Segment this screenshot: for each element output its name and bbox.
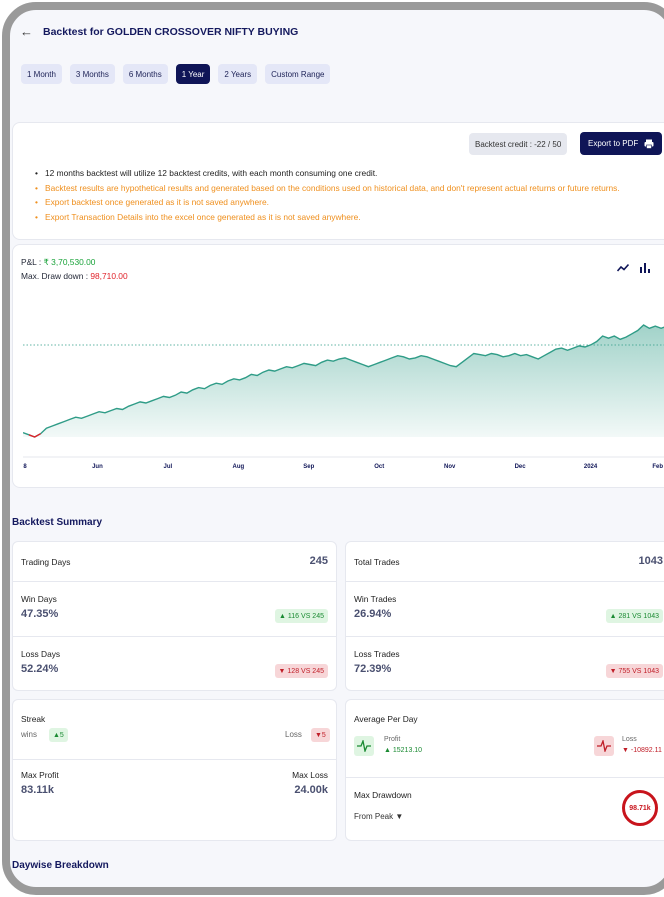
- loss-avg-label: Loss: [622, 736, 637, 743]
- pulse-down-icon: [597, 740, 611, 752]
- page: ← Backtest for GOLDEN CROSSOVER NIFTY BU…: [12, 12, 664, 887]
- max-profit-value: 83.11k: [21, 784, 55, 796]
- pnl-row: P&L : ₹ 3,70,530.00: [21, 257, 95, 267]
- loss-days-row: Loss Days 52.24% ▼ 128 VS 245: [13, 637, 336, 692]
- win-days-row: Win Days 47.35% ▲ 116 VS 245: [13, 582, 336, 637]
- pnl-chart-card: P&L : ₹ 3,70,530.00 Max. Draw down : 98,…: [12, 244, 664, 488]
- profit-icon-box: [354, 736, 374, 756]
- streak-row: Streak wins ▲5 Loss ▼5: [13, 700, 336, 760]
- loss-days-value: 52.24%: [21, 663, 59, 675]
- average-card: Average Per Day Profit ▲ 15213.10 Loss ▼…: [345, 699, 664, 841]
- win-trades-value: 26.94%: [354, 608, 392, 620]
- bar-chart-icon[interactable]: [639, 263, 651, 273]
- trading-days-value: 245: [309, 555, 328, 567]
- max-profit-label: Max Profit: [21, 770, 59, 780]
- win-days-value: 47.35%: [21, 608, 59, 620]
- win-trades-pill: ▲ 281 VS 1043: [605, 609, 663, 623]
- wins-label: wins: [21, 730, 38, 739]
- range-2-years[interactable]: 2 Years: [218, 64, 258, 84]
- total-trades-row: Total Trades 1043: [346, 542, 664, 582]
- loss-streak-label: Loss: [285, 730, 302, 739]
- win-days-label: Win Days: [21, 594, 57, 604]
- x-tick-label: Sep: [303, 464, 314, 470]
- wins-pill: ▲5: [49, 728, 68, 742]
- win-days-pill: ▲ 116 VS 245: [275, 609, 328, 623]
- max-drawdown-row: Max Drawdown From Peak ▼ 98.71k: [346, 778, 664, 842]
- x-tick-label: Feb: [652, 464, 663, 470]
- loss-trades-value: 72.39%: [354, 663, 392, 675]
- pnl-value: ₹ 3,70,530.00: [43, 257, 96, 267]
- header: ← Backtest for GOLDEN CROSSOVER NIFTY BU…: [20, 24, 298, 39]
- daywise-title: Daywise Breakdown: [12, 860, 109, 871]
- avg-label: Average Per Day: [354, 714, 418, 724]
- range-selector: 1 Month 3 Months 6 Months 1 Year 2 Years…: [21, 64, 331, 84]
- x-tick-label: Aug: [232, 464, 244, 470]
- note-item: Export backtest once generated as it is …: [35, 195, 620, 210]
- x-tick-label: Jun: [92, 464, 103, 470]
- streak-card: Streak wins ▲5 Loss ▼5 Max Profit 83.11k…: [12, 699, 337, 841]
- max-drawdown-label: Max Drawdown: [354, 790, 412, 800]
- loss-avg-value: ▼ -10892.11: [622, 747, 662, 754]
- profit-label: Profit: [384, 736, 401, 743]
- trading-days-label: Trading Days: [21, 557, 71, 567]
- days-card: Trading Days 245 Win Days 47.35% ▲ 116 V…: [12, 541, 337, 691]
- loss-trades-pill: ▼ 755 VS 1043: [605, 664, 663, 678]
- loss-days-pill: ▼ 128 VS 245: [274, 664, 328, 678]
- pnl-area-chart: 8 Jun Jul Aug Sep Oct Nov Dec 2024 Feb: [23, 324, 664, 470]
- max-loss-label: Max Loss: [292, 770, 328, 780]
- export-label: Export to PDF: [588, 139, 639, 148]
- drawdown-circle: 98.71k: [622, 790, 658, 826]
- from-peak-dropdown[interactable]: From Peak ▼: [354, 812, 403, 821]
- summary-title: Backtest Summary: [12, 517, 103, 528]
- x-tick-label: Jul: [164, 464, 173, 470]
- drawdown-value: 98,710.00: [90, 271, 128, 281]
- x-tick-label: 8: [23, 464, 27, 470]
- trading-days-row: Trading Days 245: [13, 542, 336, 582]
- range-1-month[interactable]: 1 Month: [21, 64, 62, 84]
- profit-value: ▲ 15213.10: [384, 747, 423, 754]
- win-trades-label: Win Trades: [354, 594, 397, 604]
- note-item: Export Transaction Details into the exce…: [35, 210, 620, 225]
- x-tick-label: Oct: [374, 464, 384, 470]
- note-item: Backtest results are hypothetical result…: [35, 181, 620, 196]
- avg-row: Average Per Day Profit ▲ 15213.10 Loss ▼…: [346, 700, 664, 778]
- loss-trades-row: Loss Trades 72.39% ▼ 755 VS 1043: [346, 637, 664, 692]
- max-profit-loss-row: Max Profit 83.11k Max Loss 24.00k: [13, 760, 336, 842]
- streak-label: Streak: [21, 714, 46, 724]
- chart-tools: [617, 263, 651, 273]
- device-frame: ← Backtest for GOLDEN CROSSOVER NIFTY BU…: [2, 2, 664, 895]
- pnl-area: [23, 325, 664, 437]
- total-trades-value: 1043: [638, 555, 663, 567]
- printer-icon: [644, 139, 654, 149]
- export-pdf-button[interactable]: Export to PDF: [580, 132, 663, 155]
- range-6-months[interactable]: 6 Months: [122, 64, 168, 84]
- notes-list: 12 months backtest will utilize 12 backt…: [35, 166, 620, 224]
- loss-days-label: Loss Days: [21, 649, 61, 659]
- win-trades-row: Win Trades 26.94% ▲ 281 VS 1043: [346, 582, 664, 637]
- pnl-label: P&L :: [21, 257, 42, 267]
- trades-card: Total Trades 1043 Win Trades 26.94% ▲ 28…: [345, 541, 664, 691]
- drawdown-row: Max. Draw down : 98,710.00: [21, 271, 128, 281]
- range-3-months[interactable]: 3 Months: [69, 64, 115, 84]
- loss-icon-box: [594, 736, 614, 756]
- note-item: 12 months backtest will utilize 12 backt…: [35, 166, 620, 181]
- info-card: Backtest credit : -22 / 50 Export to PDF…: [12, 122, 664, 240]
- page-title: Backtest for GOLDEN CROSSOVER NIFTY BUYI…: [43, 25, 299, 38]
- x-tick-label: Nov: [444, 464, 456, 470]
- drawdown-label: Max. Draw down :: [21, 271, 89, 281]
- range-custom[interactable]: Custom Range: [265, 64, 331, 84]
- loss-pill: ▼5: [311, 728, 330, 742]
- total-trades-label: Total Trades: [354, 557, 400, 567]
- x-tick-label: 2024: [584, 464, 598, 470]
- line-chart-icon[interactable]: [617, 263, 629, 273]
- x-tick-label: Dec: [515, 464, 527, 470]
- credit-badge: Backtest credit : -22 / 50: [469, 133, 568, 155]
- back-arrow-icon[interactable]: ←: [20, 24, 33, 39]
- range-1-year[interactable]: 1 Year: [175, 64, 211, 84]
- loss-trades-label: Loss Trades: [354, 649, 400, 659]
- max-loss-value: 24.00k: [294, 784, 328, 796]
- pulse-up-icon: [357, 740, 371, 752]
